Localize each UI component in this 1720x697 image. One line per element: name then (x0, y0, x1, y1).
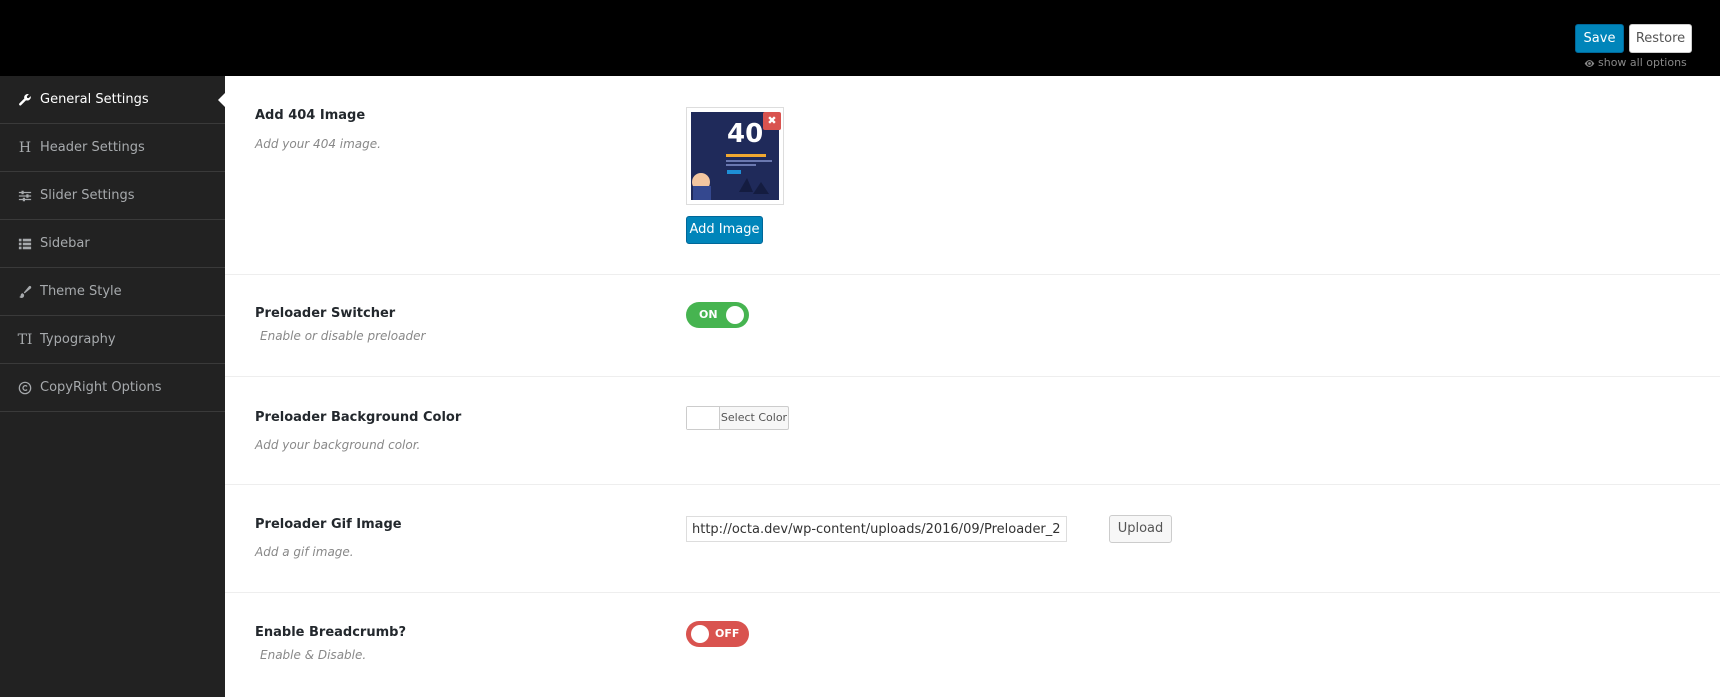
sidebar-item-label: Typography (40, 332, 116, 347)
top-bar: Save Restore show all options (0, 0, 1720, 76)
color-picker-label: Select Color (720, 411, 788, 424)
toggle-knob (691, 625, 709, 643)
toggle-state-label: ON (699, 308, 718, 321)
show-all-options-label: show all options (1598, 56, 1687, 69)
sidebar-item-copyright-options[interactable]: CopyRight Options (0, 364, 225, 412)
add-image-button[interactable]: Add Image (686, 216, 763, 244)
sidebar-item-label: Sidebar (40, 236, 90, 251)
image-preview: 40 ✖ (686, 107, 784, 205)
sidebar-item-slider-settings[interactable]: Slider Settings (0, 172, 225, 220)
upload-button[interactable]: Upload (1109, 515, 1172, 543)
field-label: Add 404 Image (255, 108, 366, 123)
restore-button[interactable]: Restore (1629, 24, 1692, 53)
field-description: Enable or disable preloader (260, 329, 426, 343)
save-button[interactable]: Save (1575, 24, 1624, 53)
sidebar-item-header-settings[interactable]: H Header Settings (0, 124, 225, 172)
field-description: Add a gif image. (255, 545, 354, 559)
list-icon (17, 236, 33, 252)
preloader-toggle[interactable]: ON (686, 302, 749, 328)
field-label: Preloader Background Color (255, 410, 462, 425)
field-label: Preloader Gif Image (255, 517, 402, 532)
field-preloader-gif-image: Preloader Gif Image Add a gif image. Upl… (225, 484, 1720, 593)
field-404-image: Add 404 Image Add your 404 image. 40 ✖ A… (225, 76, 1720, 275)
field-preloader-background-color: Preloader Background Color Add your back… (225, 376, 1720, 485)
settings-panel: Add 404 Image Add your 404 image. 40 ✖ A… (225, 76, 1720, 697)
color-swatch (687, 407, 720, 429)
sliders-icon (17, 188, 33, 204)
sidebar-item-theme-style[interactable]: Theme Style (0, 268, 225, 316)
toggle-knob (726, 306, 744, 324)
copyright-icon (17, 380, 33, 396)
typography-icon: TI (17, 331, 33, 348)
sidebar-item-label: CopyRight Options (40, 380, 162, 395)
svg-text:40: 40 (727, 119, 763, 149)
sidebar-item-label: Header Settings (40, 140, 145, 155)
field-description: Add your background color. (255, 438, 421, 452)
settings-sidebar: General Settings H Header Settings Slide… (0, 76, 225, 697)
breadcrumb-toggle[interactable]: OFF (686, 621, 749, 647)
sidebar-item-general-settings[interactable]: General Settings (0, 76, 225, 124)
sidebar-item-label: Theme Style (40, 284, 122, 299)
heading-icon: H (18, 139, 32, 156)
field-description: Add your 404 image. (255, 137, 381, 151)
show-all-options-link[interactable]: show all options (1584, 56, 1688, 70)
sidebar-item-label: Slider Settings (40, 188, 135, 203)
field-description: Enable & Disable. (260, 648, 367, 662)
sidebar-item-typography[interactable]: TI Typography (0, 316, 225, 364)
field-enable-breadcrumb: Enable Breadcrumb? Enable & Disable. OFF (225, 592, 1720, 697)
color-picker-button[interactable]: Select Color (686, 406, 789, 430)
toggle-state-label: OFF (715, 627, 740, 640)
sidebar-item-sidebar[interactable]: Sidebar (0, 220, 225, 268)
eye-icon (1584, 59, 1595, 67)
sidebar-item-label: General Settings (40, 92, 149, 107)
field-label: Preloader Switcher (255, 306, 396, 321)
wrench-icon (17, 92, 33, 108)
brush-icon (17, 284, 33, 300)
field-preloader-switcher: Preloader Switcher Enable or disable pre… (225, 274, 1720, 377)
field-label: Enable Breadcrumb? (255, 625, 406, 640)
gif-url-input[interactable] (686, 516, 1067, 542)
remove-image-button[interactable]: ✖ (763, 112, 781, 130)
